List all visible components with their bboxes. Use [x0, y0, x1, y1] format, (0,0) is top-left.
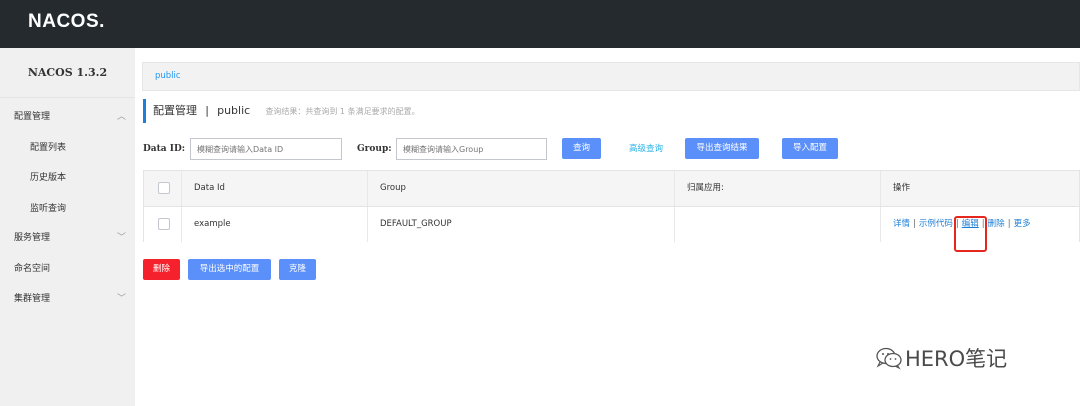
row-checkbox[interactable]: [158, 218, 170, 230]
namespace-link[interactable]: public: [155, 71, 181, 81]
sidebar-item-listener-query[interactable]: 监听查询: [0, 194, 135, 224]
clone-button[interactable]: 克隆: [279, 259, 316, 280]
watermark-text: HERO笔记: [905, 347, 1008, 371]
table-row: example DEFAULT_GROUP 详情 | 示例代码 | 编辑 | 删除 | 更多: [144, 207, 1079, 242]
action-separator: |: [1007, 219, 1011, 229]
column-divider: [367, 171, 368, 206]
sidebar-item-label: 服务管理: [14, 233, 51, 243]
column-divider: [674, 171, 675, 206]
config-table: Data Id Group 归属应用: 操作 example DEFAULT_G…: [143, 170, 1080, 242]
column-divider: [181, 207, 182, 242]
column-divider: [880, 207, 881, 242]
title-separator: |: [205, 104, 209, 117]
version-label: NACOS 1.3.2: [0, 48, 135, 98]
advanced-query-link[interactable]: 高级查询: [629, 138, 663, 160]
sidebar-item-cluster-management[interactable]: 集群管理 ﹀: [0, 284, 135, 314]
page-title: 配置管理: [153, 104, 197, 117]
chevron-down-icon: ﹀: [116, 233, 126, 243]
sidebar-item-namespace[interactable]: 命名空间: [0, 254, 135, 284]
sidebar-item-label: 监听查询: [30, 204, 67, 214]
sidebar-item-label: 历史版本: [30, 173, 67, 183]
page-title-row: 配置管理 | public 查询结果：共查询到 1 条满足要求的配置。: [143, 99, 420, 123]
delete-link[interactable]: 删除: [988, 219, 1005, 229]
nacos-logo[interactable]: NACOS.: [28, 11, 105, 33]
column-header-app: 归属应用:: [687, 183, 724, 193]
sidebar-item-label: 配置管理: [14, 112, 51, 122]
sidebar-item-label: 命名空间: [14, 264, 51, 274]
column-divider: [880, 171, 881, 206]
group-label: Group:: [357, 144, 392, 154]
column-header-data-id: Data Id: [194, 183, 225, 193]
namespace-breadcrumb: public: [142, 62, 1080, 91]
more-link[interactable]: 更多: [1014, 219, 1031, 229]
bulk-delete-button[interactable]: 删除: [143, 259, 180, 280]
cell-group: DEFAULT_GROUP: [380, 219, 452, 229]
sidebar-item-config-management[interactable]: 配置管理 ︿: [0, 102, 135, 132]
action-separator: |: [955, 219, 959, 229]
row-actions: 详情 | 示例代码 | 编辑 | 删除 | 更多: [893, 207, 1031, 242]
chevron-down-icon: ﹀: [116, 294, 126, 304]
sidebar-item-label: 集群管理: [14, 294, 51, 304]
sidebar: NACOS 1.3.2 配置管理 ︿ 配置列表 历史版本 监听查询 服务管理 ﹀…: [0, 48, 135, 406]
result-hint: 查询结果：共查询到 1 条满足要求的配置。: [265, 107, 420, 116]
edit-link[interactable]: 编辑: [962, 207, 979, 242]
chevron-up-icon: ︿: [116, 112, 126, 122]
cell-data-id: example: [194, 219, 231, 229]
top-bar: NACOS.: [0, 0, 1080, 48]
column-header-group: Group: [380, 183, 406, 193]
table-header: Data Id Group 归属应用: 操作: [144, 171, 1079, 207]
data-id-input[interactable]: [190, 138, 342, 160]
export-selected-button[interactable]: 导出选中的配置: [188, 259, 271, 280]
sidebar-item-service-management[interactable]: 服务管理 ﹀: [0, 223, 135, 253]
action-separator: |: [981, 219, 985, 229]
export-results-button[interactable]: 导出查询结果: [685, 138, 759, 159]
sample-code-link[interactable]: 示例代码: [919, 219, 953, 229]
column-divider: [367, 207, 368, 242]
wechat-icon: [876, 347, 902, 370]
sidebar-item-label: 配置列表: [30, 143, 67, 153]
detail-link[interactable]: 详情: [893, 219, 910, 229]
column-divider: [674, 207, 675, 242]
search-bar: Data ID: Group: 查询 高级查询 导出查询结果 导入配置: [143, 138, 1080, 160]
namespace-title: public: [217, 104, 251, 117]
query-button[interactable]: 查询: [562, 138, 601, 159]
column-header-actions: 操作: [893, 183, 911, 193]
data-id-label: Data ID:: [143, 144, 186, 154]
group-input[interactable]: [396, 138, 547, 160]
sidebar-item-history[interactable]: 历史版本: [0, 163, 135, 193]
import-config-button[interactable]: 导入配置: [782, 138, 838, 159]
action-separator: |: [913, 219, 916, 229]
column-divider: [181, 171, 182, 206]
sidebar-item-config-list[interactable]: 配置列表: [0, 133, 135, 163]
select-all-checkbox[interactable]: [158, 182, 170, 194]
